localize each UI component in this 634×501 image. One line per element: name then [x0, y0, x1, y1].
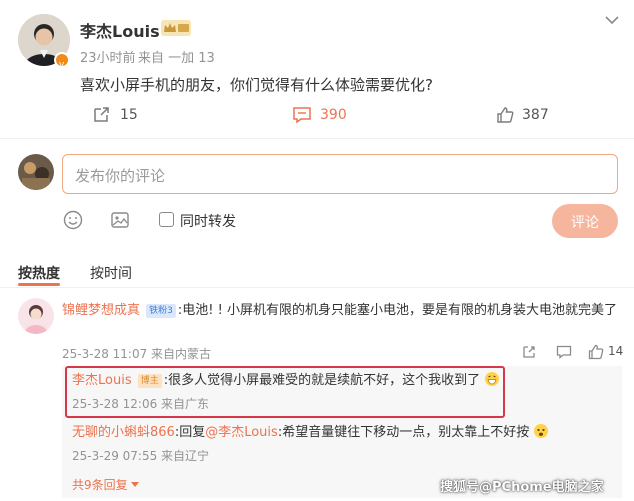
vip-crown-badge-icon — [161, 20, 191, 36]
also-repost-checkbox[interactable] — [159, 212, 174, 227]
caret-down-icon — [131, 477, 140, 491]
reply-text: :希望音量键往下移动一点，别太靠上不好按 — [277, 425, 530, 440]
comment-icon[interactable] — [292, 106, 312, 124]
comment-like-count[interactable]: 14 — [608, 344, 623, 358]
also-repost-label[interactable]: 同时转发 — [180, 211, 236, 231]
fan-badge-label: 铁粉3 — [149, 306, 173, 316]
reply-line-2: 无聊的小蝌蚪866:回复@李杰Louis:希望音量键往下移动一点，别太靠上不好按 — [72, 423, 549, 446]
post-author-name[interactable]: 李杰Louis — [80, 18, 160, 42]
reply-meta: 25-3-28 12:06 来自广东 — [72, 397, 210, 411]
commenter-name[interactable]: 锦鲤梦想成真 — [62, 303, 140, 318]
reply-author-name[interactable]: 无聊的小蝌蚪866 — [72, 425, 175, 440]
divider — [0, 138, 634, 139]
blogger-badge-label: 博主 — [140, 376, 159, 386]
more-replies-label: 共9条回复 — [72, 478, 128, 492]
post-text: 喜欢小屏手机的朋友，你们觉得有什么体验需要优化? — [80, 76, 433, 94]
worried-emoji-icon — [533, 423, 549, 446]
reply-meta: 25-3-29 07:55 来自辽宁 — [72, 449, 210, 463]
my-avatar — [18, 154, 54, 190]
reply-author-name[interactable]: 李杰Louis — [72, 373, 132, 388]
tab-hot-indicator — [18, 283, 60, 286]
fan-badge: 铁粉3 — [146, 304, 176, 318]
submit-comment-label: 评论 — [571, 215, 599, 231]
reply-mention[interactable]: @李杰Louis — [205, 425, 278, 440]
svg-text:v: v — [59, 60, 65, 69]
commenter-avatar[interactable] — [18, 298, 54, 334]
comment-input-placeholder: 发布你的评论 — [75, 167, 166, 185]
repost-icon[interactable] — [92, 106, 110, 124]
comment-line-1: 锦鲤梦想成真 铁粉3 :电池! ! 小屏机有限的机身只能塞小电池，要是有限的机身… — [62, 301, 622, 321]
watermark-text: 搜狐号@PChome电脑之家 — [440, 480, 604, 495]
divider — [0, 287, 634, 288]
tab-hot[interactable]: 按热度 — [18, 263, 60, 283]
chevron-down-icon[interactable] — [604, 14, 620, 26]
blogger-badge: 博主 — [137, 374, 162, 388]
reply-line-1: 李杰Louis 博主 :很多人觉得小屏最难受的就是续航不好，这个我收到了 — [72, 371, 500, 394]
submit-comment-button[interactable]: 评论 — [552, 204, 618, 238]
post-time: 23小时前 — [80, 51, 136, 66]
comment-count[interactable]: 390 — [320, 107, 347, 123]
verified-badge: v — [54, 52, 70, 70]
repost-count[interactable]: 15 — [120, 107, 138, 123]
share-icon[interactable] — [522, 345, 536, 359]
grin-emoji-icon — [484, 371, 500, 394]
reply-icon[interactable] — [556, 345, 572, 359]
image-icon[interactable] — [110, 210, 130, 230]
comment-meta: 25-3-28 11:07 来自内蒙古 — [62, 347, 212, 361]
reply-text: :很多人觉得小屏最难受的就是续航不好，这个我收到了 — [163, 373, 481, 388]
post-source: 来自 一加 13 — [138, 51, 215, 66]
reply-prefix: :回复 — [174, 425, 206, 440]
like-count[interactable]: 387 — [522, 107, 549, 123]
tab-time[interactable]: 按时间 — [90, 263, 132, 283]
comment-text: :电池! ! 小屏机有限的机身只能塞小电池，要是有限的机身装大电池就完美了 — [177, 303, 617, 318]
more-replies-link[interactable]: 共9条回复 — [72, 476, 140, 493]
comment-input[interactable]: 发布你的评论 — [62, 154, 618, 194]
emoji-icon[interactable] — [63, 210, 83, 230]
comment-like-icon[interactable] — [588, 344, 604, 360]
like-icon[interactable] — [496, 106, 514, 124]
